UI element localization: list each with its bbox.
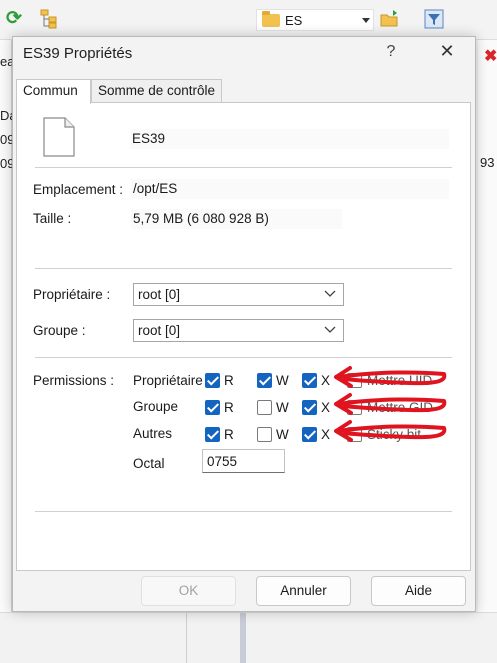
group-execute-checkbox[interactable]: [302, 400, 317, 415]
properties-dialog: ES39 Propriétés ? ✕ Commun Somme de cont…: [12, 36, 476, 612]
close-button[interactable]: ✕: [437, 41, 457, 62]
background-file-list-right: [478, 40, 497, 663]
setuid-checkbox[interactable]: [347, 373, 362, 388]
tab-commun[interactable]: Commun: [16, 79, 91, 104]
octal-label: Octal: [133, 456, 165, 471]
cancel-button[interactable]: Annuler: [256, 576, 351, 606]
owner-label: Propriétaire :: [33, 287, 111, 302]
sticky-bit-label: Sticky bit: [367, 427, 422, 442]
background-file-list-left: ea Da 09 09: [0, 40, 17, 663]
path-combobox-value: ES: [285, 13, 303, 28]
help-title-button[interactable]: ?: [383, 43, 399, 61]
help-button[interactable]: Aide: [371, 576, 466, 606]
read-letter: R: [224, 400, 234, 415]
execute-letter: X: [321, 427, 331, 442]
column-divider: [186, 613, 187, 663]
open-folder-icon[interactable]: [380, 9, 400, 29]
group-select[interactable]: root [0]: [133, 319, 344, 342]
tab-checksum[interactable]: Somme de contrôle: [91, 79, 222, 102]
background-text-fragment: 93: [480, 155, 495, 170]
background-toolbar: ⟳ ES: [0, 0, 497, 40]
separator: [35, 268, 452, 269]
folder-icon: [262, 11, 280, 27]
sticky-bit-checkbox[interactable]: [347, 427, 362, 442]
others-write-checkbox[interactable]: [257, 427, 272, 442]
tab-panel-commun: ES39 Emplacement : /opt/ES Taille : 5,79…: [16, 102, 471, 571]
group-select-value: root [0]: [138, 323, 181, 338]
permission-row-label: Propriétaire: [133, 373, 203, 388]
group-label: Groupe :: [33, 323, 86, 338]
chevron-down-icon: [324, 326, 336, 333]
tree-view-icon[interactable]: [40, 9, 60, 29]
owner-write-checkbox[interactable]: [257, 373, 272, 388]
dialog-title: ES39 Propriétés: [23, 45, 133, 62]
write-letter: W: [276, 400, 289, 415]
owner-select-value: root [0]: [138, 287, 181, 302]
owner-execute-checkbox[interactable]: [302, 373, 317, 388]
setgid-label: Mettre GID: [367, 400, 434, 415]
read-letter: R: [224, 427, 234, 442]
size-label: Taille :: [33, 211, 72, 226]
permission-row-label: Autres: [133, 426, 173, 441]
size-value: 5,79 MB (6 080 928 B): [131, 209, 342, 229]
file-icon: [43, 117, 75, 157]
setuid-label: Mettre UID: [367, 373, 433, 388]
dialog-titlebar[interactable]: ES39 Propriétés ? ✕: [13, 37, 475, 71]
chevron-down-icon: [362, 18, 370, 23]
separator: [35, 167, 452, 168]
octal-input[interactable]: 0755: [202, 449, 285, 473]
refresh-icon[interactable]: ⟳: [6, 9, 26, 29]
execute-letter: X: [321, 400, 331, 415]
permission-row-label: Groupe: [133, 399, 179, 414]
separator: [35, 511, 452, 512]
write-letter: W: [276, 373, 289, 388]
others-read-checkbox[interactable]: [205, 427, 220, 442]
close-icon[interactable]: ✖: [484, 46, 497, 66]
owner-select[interactable]: root [0]: [133, 283, 344, 306]
permissions-label: Permissions :: [33, 373, 115, 388]
ok-button[interactable]: OK: [141, 576, 236, 606]
path-combobox[interactable]: ES: [256, 9, 374, 31]
location-label: Emplacement :: [33, 182, 124, 197]
others-execute-checkbox[interactable]: [302, 427, 317, 442]
separator: [35, 357, 452, 358]
background-status-area: [0, 612, 497, 663]
owner-read-checkbox[interactable]: [205, 373, 220, 388]
setgid-checkbox[interactable]: [347, 400, 362, 415]
location-value: /opt/ES: [131, 179, 449, 199]
write-letter: W: [276, 427, 289, 442]
file-name-field[interactable]: ES39: [130, 129, 449, 149]
scrollbar[interactable]: [240, 613, 246, 663]
filter-icon[interactable]: [424, 9, 444, 29]
read-letter: R: [224, 373, 234, 388]
execute-letter: X: [321, 373, 331, 388]
group-write-checkbox[interactable]: [257, 400, 272, 415]
group-read-checkbox[interactable]: [205, 400, 220, 415]
chevron-down-icon: [324, 290, 336, 297]
